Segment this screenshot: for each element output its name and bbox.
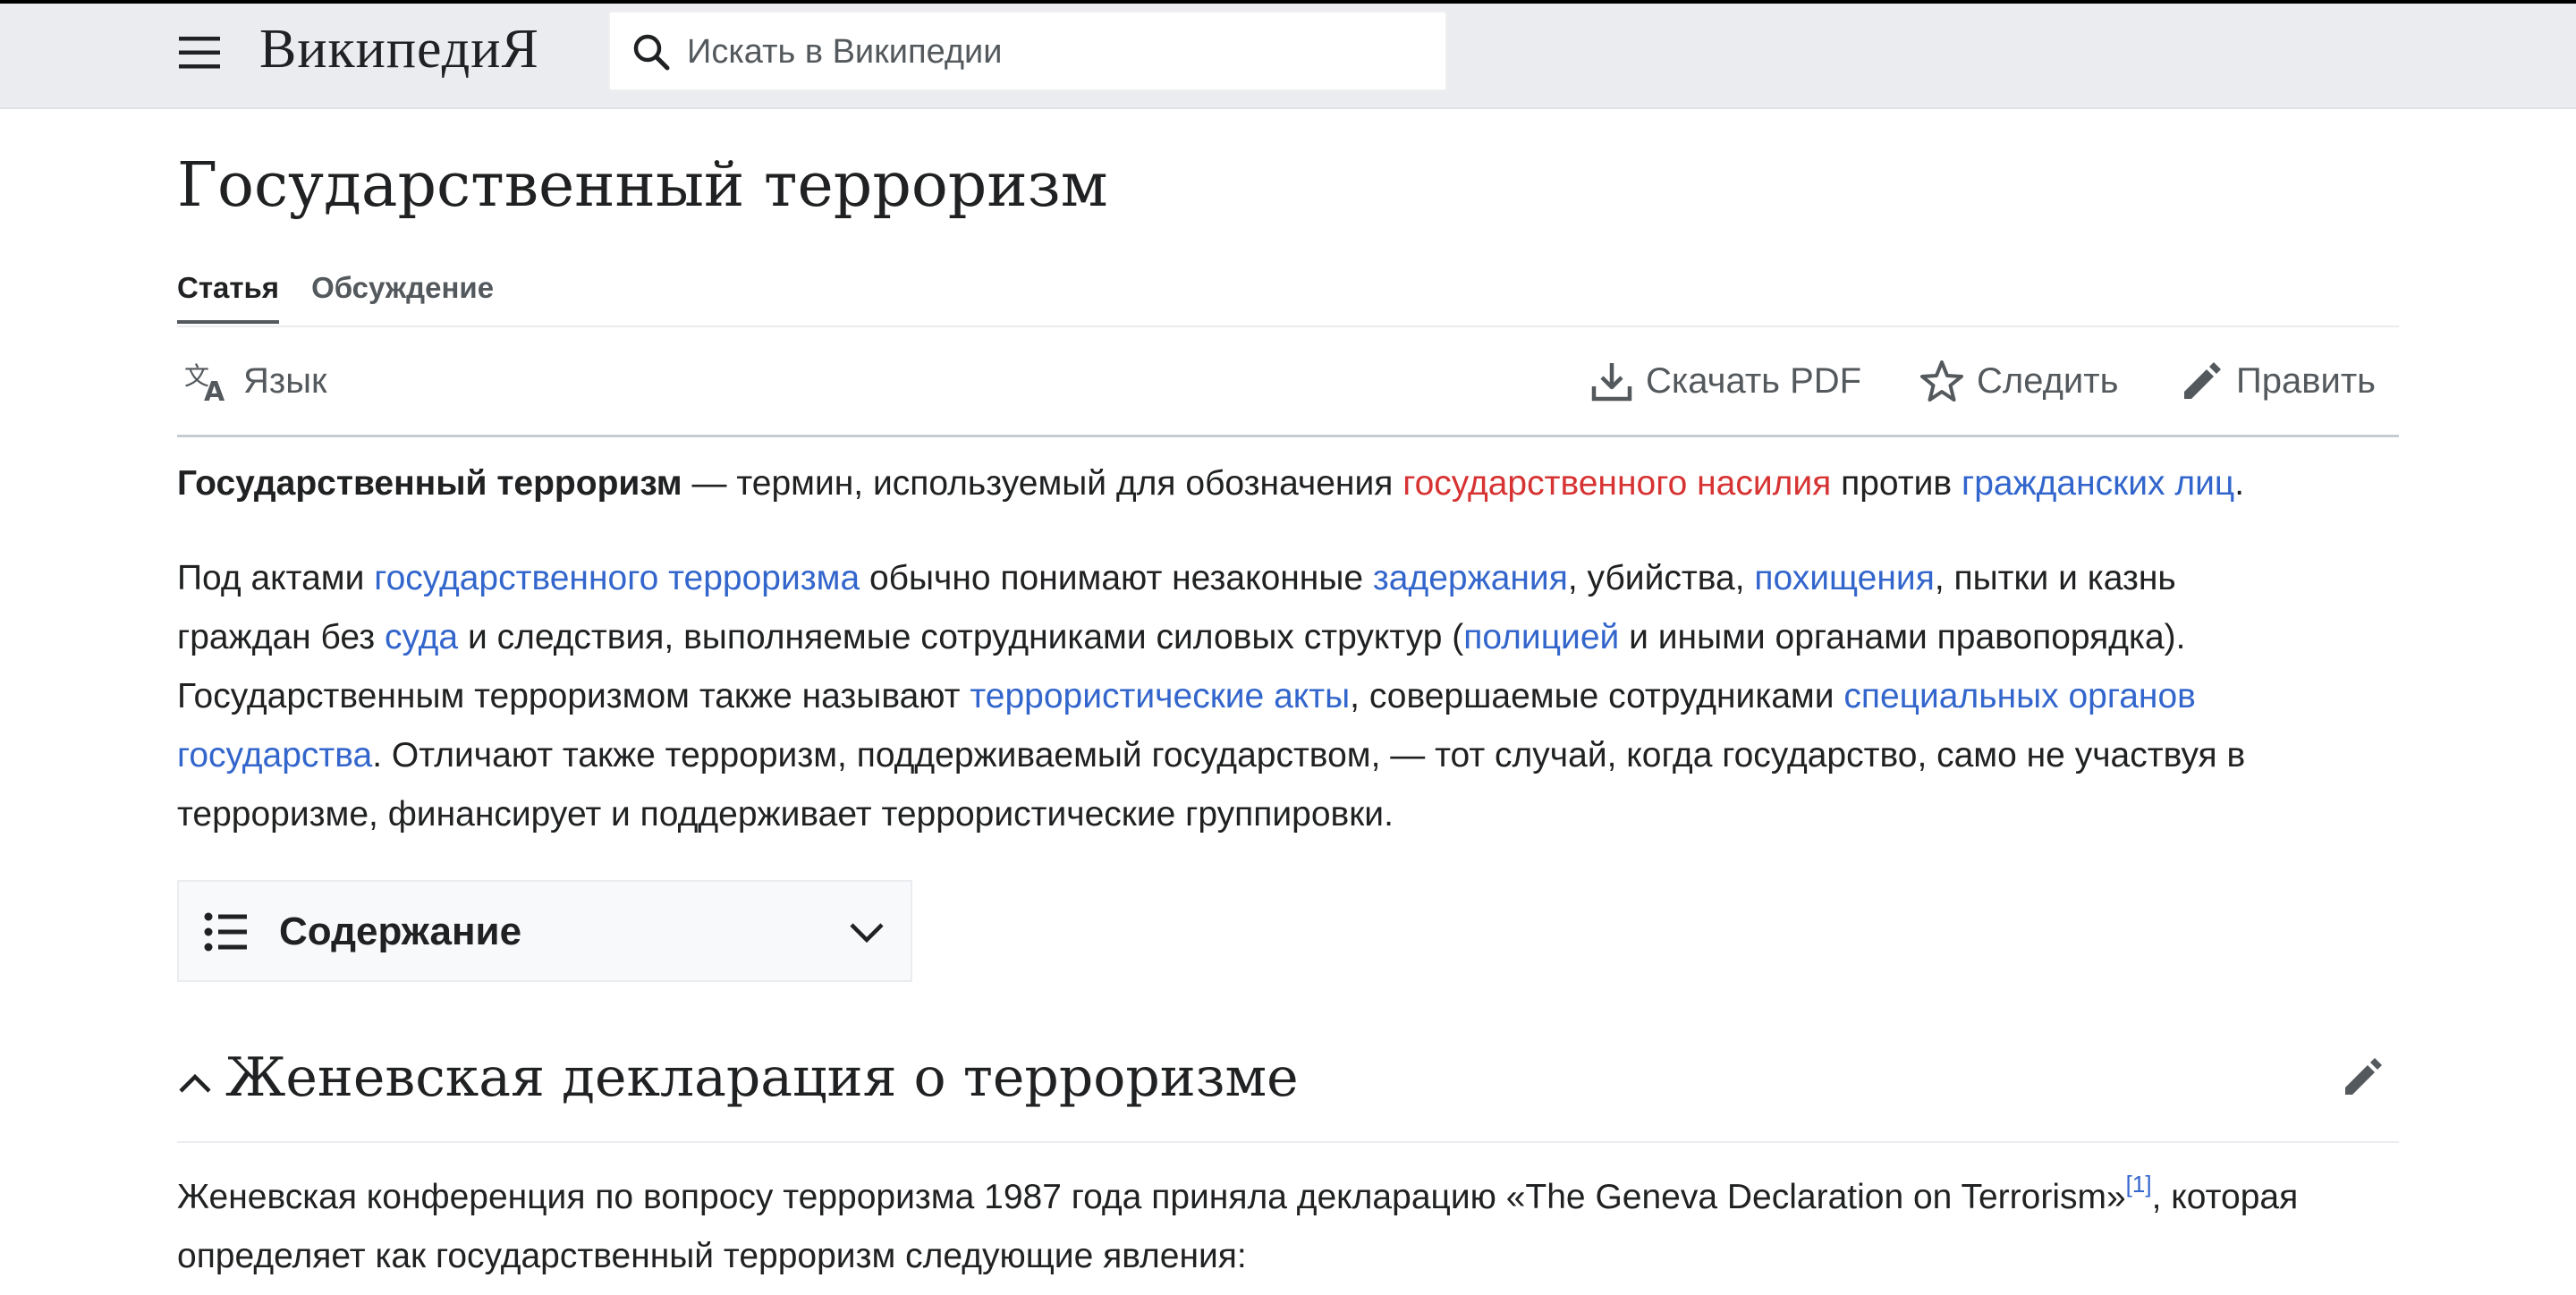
link-court[interactable]: суда [385,618,458,656]
bold-term: Государственный терроризм [177,464,682,503]
translate-icon: 文 A [184,361,225,402]
text: . Отличают также терроризм, поддерживаем… [372,736,2246,774]
wikipedia-logo[interactable]: ВикипедиЯ [259,18,539,80]
body-paragraph: Под актами государственного терроризма о… [177,549,2404,844]
download-icon [1591,363,1632,402]
language-button[interactable]: 文 A Язык [184,340,326,422]
edit-label: Править [2236,360,2376,401]
text: Под актами [177,559,375,597]
page-tabs: Статья Обсуждение [177,265,526,326]
paragraph-line: граждан без суда и следствия, выполняемы… [177,608,2404,667]
link-state-violence[interactable]: государственного насилия [1402,464,1831,503]
paragraph-line: Под актами государственного терроризма о… [177,549,2404,608]
text: определяет как государственный терроризм… [177,1237,1247,1275]
search-input[interactable] [685,13,1422,91]
text: — термин, используемый для обозначения [682,464,1403,503]
chevron-up-icon[interactable] [177,1066,213,1102]
language-label: Язык [243,360,327,401]
hamburger-menu-icon[interactable] [175,29,224,77]
page-toolbar: 文 A Язык Скачать PDF Следить Править [177,340,2399,436]
link-civilians[interactable]: гражданских лиц [1962,464,2234,503]
link-special-services[interactable]: специальных органов [1843,677,2196,715]
tab-article[interactable]: Статья [177,265,280,324]
paragraph-line: Государственным терроризмом также называ… [177,667,2404,726]
site-header: ВикипедиЯ [0,4,2576,109]
search-box[interactable] [608,11,1447,91]
paragraph-line: Женевская конференция по вопросу террори… [177,1168,2404,1227]
watch-label: Следить [1977,360,2119,401]
text: Женевская конференция по вопросу террори… [177,1178,2126,1216]
link-terrorist-acts[interactable]: террористические акты [970,677,1350,715]
text: и следствия, выполняемые сотрудниками си… [458,618,1464,656]
section-paragraph: Женевская конференция по вопросу террори… [177,1168,2404,1286]
text: обычно понимают незаконные [860,559,1373,597]
edit-page-button[interactable]: Править [2181,340,2376,422]
svg-text:A: A [204,377,225,402]
pencil-icon [2184,362,2221,399]
text: граждан без [177,618,385,656]
download-pdf-label: Скачать PDF [1646,360,1862,401]
chevron-down-icon[interactable] [848,914,886,952]
download-pdf-button[interactable]: Скачать PDF [1590,340,1861,422]
link-state-terrorism[interactable]: государственного терроризма [374,559,860,597]
text: , которая [2151,1178,2299,1216]
link-kidnappings[interactable]: похищения [1754,559,1934,597]
paragraph-line: терроризме, финансирует и поддерживает т… [177,785,2404,844]
star-icon [1920,360,1963,402]
paragraph-line: государства. Отличают также терроризм, п… [177,726,2404,785]
text: и иными органами правопорядка). [1619,618,2186,656]
text: терроризме, финансирует и поддерживает т… [177,795,1394,834]
text: , убийства, [1567,559,1755,597]
pencil-icon[interactable] [2342,1055,2385,1098]
text: Государственным терроризмом также называ… [177,677,970,715]
toc-label: Содержание [279,910,522,953]
watch-button[interactable]: Следить [1919,340,2118,422]
text: . [2234,464,2245,503]
list-icon [204,912,247,952]
toolbar-divider [177,435,2399,437]
text: , пытки и казнь [1934,559,2176,597]
section-heading: Женевская декларация о терроризме [177,1028,2399,1143]
tabs-divider [177,326,2399,327]
link-special-services-cont[interactable]: государства [177,736,372,774]
reference-link[interactable]: [1] [2126,1171,2152,1198]
link-police[interactable]: полицией [1463,618,1619,656]
paragraph-line: определяет как государственный терроризм… [177,1227,2404,1286]
section-title: Женевская декларация о терроризме [225,1046,1299,1109]
text: , совершаемые сотрудниками [1350,677,1844,715]
intro-paragraph: Государственный терроризм — термин, испо… [177,454,2404,513]
page-title: Государственный терроризм [177,150,1108,221]
table-of-contents[interactable]: Содержание [177,880,912,982]
text: против [1831,464,1962,503]
link-detentions[interactable]: задержания [1373,559,1568,597]
search-icon [633,34,670,71]
tab-talk[interactable]: Обсуждение [311,265,494,324]
